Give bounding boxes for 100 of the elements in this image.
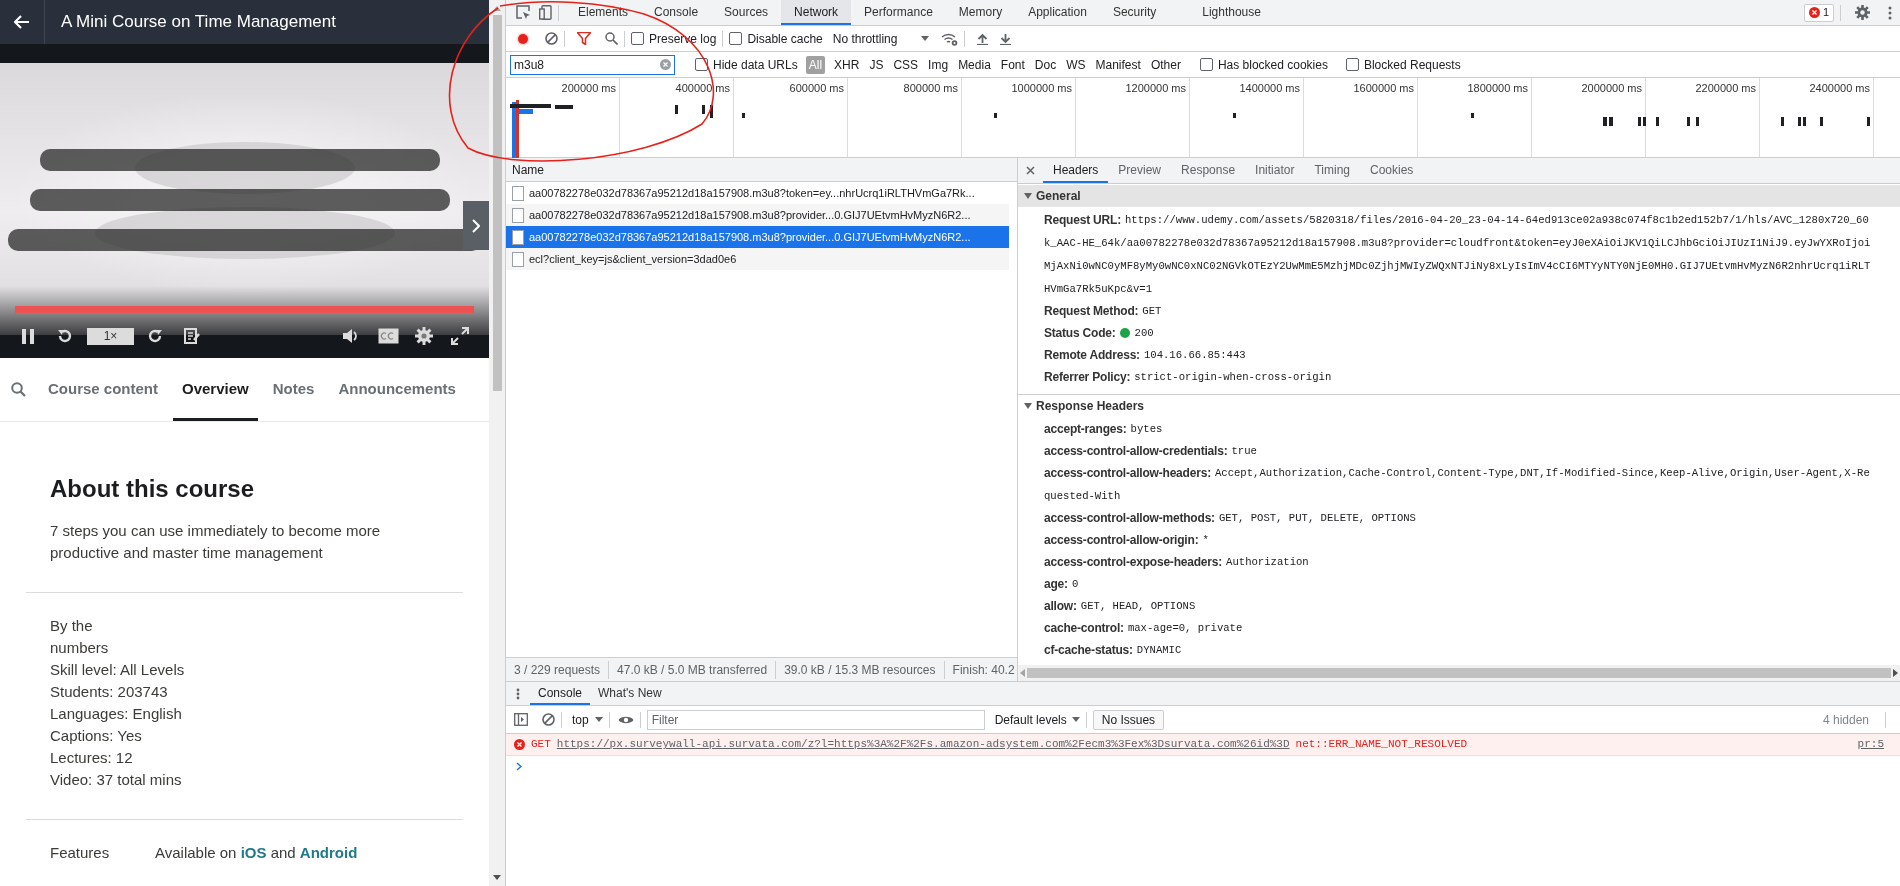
filter-type-button[interactable]: JS [868,55,885,74]
inspect-icon[interactable] [516,5,531,20]
link[interactable]: https://px.surveywall-api.survata.com/z?l=https%3A%2F%2Fs.amazon-adsystem.com%2Fecm3%3Fex%3Dsurvata.com%26id%3D [556,736,1290,753]
filter-type-button[interactable]: Media [957,55,992,74]
detail-tab[interactable]: Initiator [1245,158,1305,183]
error-icon [514,739,525,750]
link[interactable]: iOS [240,844,267,861]
header-name: Status Code: [1044,325,1116,342]
detail-tab[interactable]: Cookies [1360,158,1424,183]
file-icon [512,251,524,267]
more-icon[interactable] [1888,5,1892,20]
clear-icon[interactable] [545,32,558,45]
filter-field[interactable]: Filter [646,709,985,730]
throttling-dropdown[interactable]: No throttling [832,29,930,48]
filter-type-button[interactable]: XHR [833,55,861,74]
stat-text: Captions: Yes [50,726,143,746]
fullscreen-icon[interactable] [451,327,470,345]
checkbox[interactable] [695,58,708,71]
tab[interactable]: Announcements [329,358,465,421]
next-button[interactable] [463,201,490,250]
panel-tab[interactable]: Console [641,0,712,25]
close-icon[interactable] [1026,166,1035,175]
stat-text: Skill level: All Levels [50,660,186,680]
timeline-tick-label: 800000 ms [903,82,958,94]
levels-dropdown[interactable]: Default levels [994,710,1080,729]
scroll-up-icon[interactable] [493,6,501,11]
prompt-icon[interactable] [516,761,522,771]
filter-type-button[interactable]: Manifest [1094,55,1142,74]
checkbox[interactable] [1199,58,1213,71]
filter-type-button[interactable]: Other [1149,55,1182,74]
arrow-left-icon [14,15,30,29]
rewind-icon[interactable] [57,328,73,344]
request-row[interactable]: aa00782278e032d78367a95212d18a157908.m3u8?provider...0.GIJ7UEtvmHvMyzN6R2... [506,204,1009,226]
link[interactable]: Android [299,844,358,861]
panel-tab[interactable]: Lighthouse [1189,0,1274,25]
header-value: Authorization [1226,555,1309,570]
checkbox[interactable] [1345,58,1359,71]
request-row[interactable]: ecl?client_key=js&client_version=3dad0e6 [506,248,1009,270]
section-header[interactable]: General [1018,185,1900,207]
pause-icon[interactable] [22,328,35,344]
tab[interactable]: Overview [173,358,258,421]
filter-field[interactable]: m3u8 [510,54,675,75]
detail-tab[interactable]: Response [1171,158,1246,183]
upload-icon[interactable] [977,32,989,45]
horizontal-scrollbar[interactable] [1018,665,1900,681]
more-icon[interactable] [516,687,520,700]
source-link[interactable]: pr:5 [1857,736,1884,753]
tab[interactable]: Course content [39,358,167,421]
header-value: 200 [1134,326,1154,341]
sidebar-icon[interactable] [514,713,528,726]
filter-type-button[interactable]: CSS [892,55,920,74]
header-value: GET [1142,304,1162,319]
caret-icon [594,717,603,722]
header-value: strict-origin-when-cross-origin [1134,370,1332,385]
header-name: cache-control: [1044,620,1124,637]
detail-tab[interactable]: Timing [1304,158,1360,183]
panel-tab[interactable]: Memory [945,0,1016,25]
timeline-tick-label: 2200000 ms [1695,82,1756,94]
detail-tab[interactable]: Preview [1108,158,1172,183]
detail-tab[interactable]: Headers [1043,158,1109,183]
scroll-down-icon[interactable] [493,875,501,880]
timeline-tick-label: 2000000 ms [1581,82,1642,94]
filter-type-button[interactable]: Img [927,55,950,74]
eye-icon[interactable] [617,714,634,725]
issues-button[interactable]: No Issues [1092,709,1165,730]
timeline-tick-label: 200000 ms [561,82,616,94]
timeline-tick-label: 1000000 ms [1011,82,1072,94]
panel-tab[interactable]: Network [781,0,852,25]
panel-tab[interactable]: Performance [851,0,946,25]
error-text: net::ERR_NAME_NOT_RESOLVED [1295,737,1468,753]
tab[interactable]: Notes [263,358,324,421]
status-text: 39.0 kB / 15.3 MB resources [776,660,945,679]
download-icon[interactable] [1000,32,1012,45]
filter-type-button[interactable]: Doc [1033,55,1058,74]
checkbox[interactable] [631,32,644,45]
forward-icon[interactable] [147,328,163,344]
scrollbar[interactable] [489,0,505,886]
panel-tab[interactable]: Application [1015,0,1100,25]
panel-tab[interactable]: Elements [565,0,642,25]
section-header[interactable]: Response Headers [1018,394,1900,416]
search-icon[interactable] [605,32,618,45]
note-icon[interactable] [184,328,200,344]
checkbox[interactable] [729,32,743,45]
network-conditions-icon[interactable] [941,31,959,46]
request-row[interactable]: aa00782278e032d78367a95212d18a157908.m3u8?provider...0.GIJ7UEtvmHvMyzN6R2... [506,226,1009,248]
scrollbar-thumb[interactable] [492,15,502,391]
filter-icon[interactable] [577,32,591,45]
record-icon[interactable] [516,31,530,46]
clear-icon[interactable] [542,713,555,726]
filter-type-button[interactable]: WS [1065,55,1087,74]
panel-tab[interactable]: Sources [711,0,782,25]
context-dropdown[interactable]: top [572,710,603,729]
drawer-tab[interactable]: What's New [590,682,670,705]
error-count-badge[interactable]: 1 [1803,3,1834,22]
panel-tab[interactable]: Security [1099,0,1170,25]
filter-type-button[interactable]: Font [999,55,1026,74]
drawer-tab[interactable]: Console [530,682,591,705]
header-name: access-control-allow-headers: [1044,465,1211,482]
device-icon[interactable] [539,5,552,20]
stats-label: By the numbers [50,616,110,658]
